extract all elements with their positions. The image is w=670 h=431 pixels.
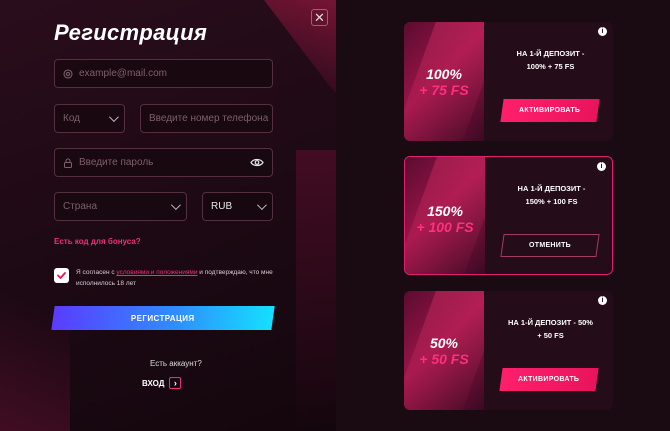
activate-button[interactable]: АКТИВИРОВАТЬ — [500, 99, 600, 122]
email-field[interactable]: example@mail.com — [54, 59, 273, 88]
chevron-right-icon: › — [169, 377, 182, 389]
register-button-label: РЕГИСТРАЦИЯ — [131, 313, 195, 323]
phone-input[interactable]: Введите номер телефона — [140, 104, 273, 133]
email-placeholder: example@mail.com — [79, 68, 167, 79]
activate-button-label: АКТИВИРОВАТЬ — [519, 107, 581, 114]
agree-checkbox[interactable] — [54, 268, 69, 283]
agree-prefix: Я согласен с — [76, 269, 117, 276]
checkmark-icon — [57, 272, 66, 279]
login-label: ВХОД — [142, 378, 165, 388]
info-icon[interactable]: i — [598, 296, 607, 305]
info-icon[interactable]: i — [598, 27, 607, 36]
country-select[interactable]: Страна — [54, 192, 187, 221]
offer-card: 100% + 75 FS i НА 1-Й ДЕПОЗИТ - 100% + 7… — [404, 22, 613, 141]
offer-desc-line: 150% + 100 FS — [525, 197, 578, 206]
activate-button-label: АКТИВИРОВАТЬ — [518, 376, 580, 383]
agree-text: Я согласен с условиями и положениями и п… — [76, 267, 276, 289]
offer-description: НА 1-Й ДЕПОЗИТ - 100% + 75 FS — [488, 47, 613, 73]
at-icon — [63, 68, 73, 79]
offer-fs: + 100 FS — [416, 219, 474, 235]
offer-desc-line: 100% + 75 FS — [526, 62, 575, 71]
country-label: Страна — [63, 201, 98, 212]
eye-icon[interactable] — [250, 158, 264, 167]
offer-description: НА 1-Й ДЕПОЗИТ - 50% + 50 FS — [488, 316, 613, 342]
registration-panel: Регистрация ✕ example@mail.com Код Введи… — [0, 0, 336, 431]
password-placeholder: Введите пароль — [79, 157, 154, 168]
info-icon[interactable]: i — [597, 162, 606, 171]
cancel-button[interactable]: ОТМЕНИТЬ — [500, 234, 600, 257]
cancel-button-label: ОТМЕНИТЬ — [528, 242, 571, 249]
currency-value: RUB — [211, 201, 233, 212]
offer-card: 50% + 50 FS i НА 1-Й ДЕПОЗИТ - 50% + 50 … — [404, 291, 613, 410]
offer-desc-line: НА 1-Й ДЕПОЗИТ - — [517, 184, 586, 193]
offer-desc-line: НА 1-Й ДЕПОЗИТ - — [516, 49, 585, 58]
offer-description: НА 1-Й ДЕПОЗИТ - 150% + 100 FS — [489, 182, 612, 208]
decor-shape — [296, 150, 336, 431]
phone-placeholder: Введите номер телефона — [149, 113, 269, 124]
password-field[interactable]: Введите пароль — [54, 148, 273, 177]
offer-fs: + 50 FS — [419, 351, 469, 367]
have-account-text: Есть аккаунт? — [150, 359, 202, 368]
page-title: Регистрация — [54, 20, 208, 45]
chevron-down-icon — [108, 112, 119, 123]
close-icon: ✕ — [314, 10, 325, 25]
currency-select[interactable]: RUB — [202, 192, 273, 221]
country-code-select[interactable]: Код — [54, 104, 125, 133]
offer-percent: 50% — [429, 335, 459, 351]
chevron-down-icon — [256, 200, 267, 211]
chevron-down-icon — [170, 200, 181, 211]
offer-card: 150% + 100 FS i НА 1-Й ДЕПОЗИТ - 150% + … — [404, 156, 613, 275]
close-button[interactable]: ✕ — [311, 9, 328, 26]
terms-link[interactable]: условиями и положениями — [116, 269, 197, 276]
offer-percent: 100% — [426, 66, 462, 82]
offer-desc-line: НА 1-Й ДЕПОЗИТ - 50% — [508, 318, 593, 327]
bonus-code-link[interactable]: Есть код для бонуса? — [54, 237, 141, 246]
offer-desc-line: + 50 FS — [537, 331, 564, 340]
activate-button[interactable]: АКТИВИРОВАТЬ — [499, 368, 599, 391]
offers-panel: 100% + 75 FS i НА 1-Й ДЕПОЗИТ - 100% + 7… — [336, 0, 670, 431]
offer-percent: 150% — [427, 203, 463, 219]
lock-icon — [64, 158, 72, 168]
login-link[interactable]: ВХОД › — [142, 377, 182, 389]
offer-fs: + 75 FS — [419, 82, 469, 98]
code-label: Код — [63, 113, 81, 124]
register-button[interactable]: РЕГИСТРАЦИЯ — [51, 306, 275, 330]
